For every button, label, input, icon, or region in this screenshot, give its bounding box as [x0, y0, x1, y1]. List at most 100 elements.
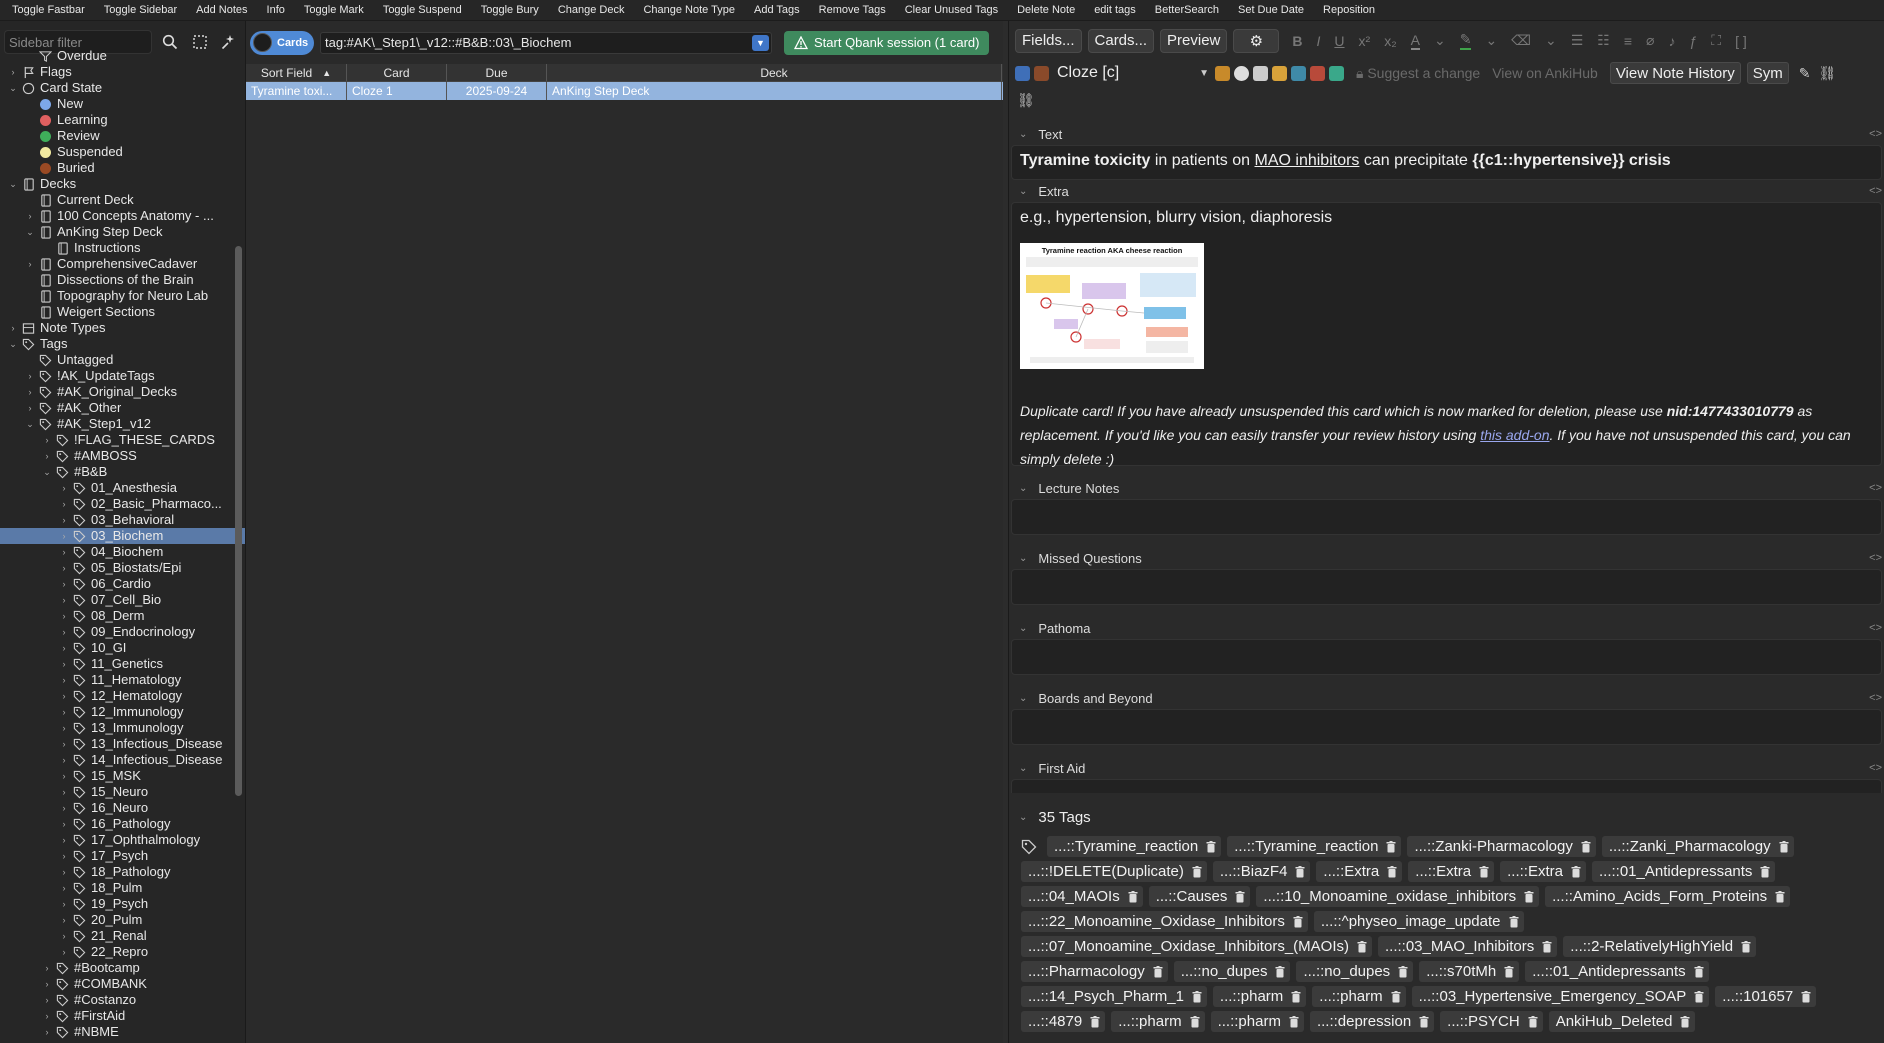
trash-icon[interactable]: [1391, 990, 1401, 1003]
sym-button[interactable]: Sym: [1746, 62, 1789, 84]
sidebar-item-21-renal[interactable]: › 21_Renal: [0, 928, 245, 944]
sidebar-item-overdue[interactable]: Overdue: [0, 48, 245, 64]
trash-icon[interactable]: [1206, 840, 1216, 853]
shuffle-icon[interactable]: [1329, 65, 1344, 81]
sidebar-item-b-b[interactable]: ⌄ #B&B: [0, 464, 245, 480]
tag-chip[interactable]: ...::Zanki-Pharmacology: [1407, 836, 1596, 857]
sidebar-item-16-pathology[interactable]: › 16_Pathology: [0, 816, 245, 832]
tag-chip[interactable]: ...::Amino_Acids_Form_Proteins: [1545, 886, 1791, 907]
view-note-history-button[interactable]: View Note History: [1609, 62, 1741, 84]
tag-chip[interactable]: ...::pharm: [1210, 1011, 1304, 1032]
toolbar-toggle-sidebar-button[interactable]: Toggle Sidebar: [98, 4, 183, 16]
tag-chip[interactable]: ...::Zanki_Pharmacology: [1601, 836, 1794, 857]
chevron-down-icon[interactable]: ⌄: [8, 336, 18, 352]
chevron-right-icon[interactable]: ›: [59, 480, 69, 496]
column-deck[interactable]: Deck: [547, 64, 1002, 81]
chevron-down-icon[interactable]: ⌄: [1545, 32, 1557, 49]
sidebar-item-17-psych[interactable]: › 17_Psych: [0, 848, 245, 864]
chevron-right-icon[interactable]: ›: [25, 256, 35, 272]
trash-icon[interactable]: [1419, 1015, 1429, 1028]
html-toggle-icon[interactable]: <>: [1869, 552, 1882, 564]
tag-chip[interactable]: ...::Extra: [1316, 861, 1403, 882]
trash-icon[interactable]: [1509, 915, 1519, 928]
field-header-missed-questions[interactable]: ⌄ Missed Questions <>: [1009, 547, 1884, 569]
tag-chip[interactable]: ...::no_dupes: [1296, 961, 1414, 982]
sidebar-item-new[interactable]: New: [0, 96, 245, 112]
sidebar-item-costanzo[interactable]: › #Costanzo: [0, 992, 245, 1008]
trash-icon[interactable]: [1775, 890, 1785, 903]
chevron-down-icon[interactable]: ⌄: [25, 224, 35, 240]
tag-chip[interactable]: AnkiHub_Deleted: [1548, 1011, 1696, 1032]
toolbar-remove-tags-button[interactable]: Remove Tags: [813, 4, 892, 16]
boards-and-beyond-editor[interactable]: [1011, 709, 1882, 745]
lock-icon[interactable]: [1272, 65, 1287, 81]
sidebar-item-buried[interactable]: Buried: [0, 160, 245, 176]
html-toggle-icon[interactable]: <>: [1869, 692, 1882, 704]
sidebar-item-17-ophthalmology[interactable]: › 17_Ophthalmology: [0, 832, 245, 848]
tag-chip[interactable]: ...::Extra: [1408, 861, 1495, 882]
sidebar-item-instructions[interactable]: Instructions: [0, 240, 245, 256]
sidebar-item-decks[interactable]: ⌄ Decks: [0, 176, 245, 192]
chevron-down-icon[interactable]: ⌄: [42, 464, 52, 480]
tag-chip[interactable]: ...::10_Monoamine_oxidase_inhibitors: [1256, 886, 1540, 907]
text-color-icon[interactable]: A: [1410, 32, 1420, 50]
chevron-right-icon[interactable]: ›: [59, 544, 69, 560]
eraser-icon[interactable]: ⌫: [1511, 32, 1531, 49]
sidebar-item-09-endocrinology[interactable]: › 09_Endocrinology: [0, 624, 245, 640]
chevron-right-icon[interactable]: ›: [42, 976, 52, 992]
tag-chip[interactable]: ...::depression: [1309, 1011, 1435, 1032]
brackets-icon[interactable]: [ ]: [1735, 33, 1747, 49]
extra-field-editor[interactable]: e.g., hypertension, blurry vision, diaph…: [1011, 202, 1882, 467]
field-header-pathoma[interactable]: ⌄ Pathoma <>: [1009, 617, 1884, 639]
trash-icon[interactable]: [1153, 965, 1163, 978]
html-toggle-icon[interactable]: <>: [1869, 622, 1882, 634]
chevron-right-icon[interactable]: ›: [59, 784, 69, 800]
cloze-icon[interactable]: [1215, 65, 1230, 81]
toolbar-clear-unused-tags-button[interactable]: Clear Unused Tags: [899, 4, 1004, 16]
sidebar-item-14-infectious-disease[interactable]: › 14_Infectious_Disease: [0, 752, 245, 768]
sidebar-item-03-behavioral[interactable]: › 03_Behavioral: [0, 512, 245, 528]
toolbar-toggle-bury-button[interactable]: Toggle Bury: [475, 4, 545, 16]
toolbar-add-tags-button[interactable]: Add Tags: [748, 4, 806, 16]
field-header-extra[interactable]: ⌄ Extra <>: [1009, 180, 1884, 202]
sidebar-item-weigert-sections[interactable]: Weigert Sections: [0, 304, 245, 320]
sidebar-item-03-biochem[interactable]: › 03_Biochem: [0, 528, 245, 544]
chevron-right-icon[interactable]: ›: [25, 400, 35, 416]
tag-chip[interactable]: ...::04_MAOIs: [1021, 886, 1143, 907]
tag-chip[interactable]: ...::PSYCH: [1440, 1011, 1543, 1032]
tag-chip[interactable]: ...::^physeo_image_update: [1313, 911, 1524, 932]
chevron-right-icon[interactable]: ›: [59, 816, 69, 832]
edit-icon[interactable]: ✎: [1799, 65, 1811, 82]
tag-chip[interactable]: ...::no_dupes: [1173, 961, 1291, 982]
preview-button[interactable]: Preview: [1160, 28, 1228, 53]
sidebar-item-bootcamp[interactable]: › #Bootcamp: [0, 960, 245, 976]
chevron-right-icon[interactable]: ›: [59, 576, 69, 592]
bullet-list-icon[interactable]: ☰: [1571, 32, 1584, 49]
toolbar-toggle-fastbar-button[interactable]: Toggle Fastbar: [6, 4, 91, 16]
sidebar-item-100-concepts-anatomy[interactable]: › 100 Concepts Anatomy - ...: [0, 208, 245, 224]
chevron-right-icon[interactable]: ›: [59, 736, 69, 752]
sidebar-item-anking-step-deck[interactable]: ⌄ AnKing Step Deck: [0, 224, 245, 240]
trash-icon[interactable]: [1741, 940, 1751, 953]
tag-chip[interactable]: ...::01_Antidepressants: [1592, 861, 1776, 882]
chevron-right-icon[interactable]: ›: [59, 928, 69, 944]
sidebar-item-amboss[interactable]: › #AMBOSS: [0, 448, 245, 464]
sidebar-item-08-derm[interactable]: › 08_Derm: [0, 608, 245, 624]
chevron-right-icon[interactable]: ›: [59, 656, 69, 672]
chevron-down-icon[interactable]: ▼: [752, 34, 769, 51]
indent-icon[interactable]: [1253, 65, 1268, 81]
sidebar-item-ak-other[interactable]: › #AK_Other: [0, 400, 245, 416]
start-qbank-button[interactable]: Start Qbank session (1 card): [784, 30, 990, 55]
tag-chip[interactable]: ...::01_Antidepressants: [1525, 961, 1709, 982]
trash-icon[interactable]: [1801, 990, 1811, 1003]
toolbar-toggle-mark-button[interactable]: Toggle Mark: [298, 4, 370, 16]
trash-icon[interactable]: [1192, 865, 1202, 878]
image-icon[interactable]: [1291, 65, 1306, 81]
chevron-right-icon[interactable]: ›: [25, 368, 35, 384]
link-icon[interactable]: ⛓: [1818, 65, 1836, 82]
html-toggle-icon[interactable]: <>: [1869, 185, 1882, 197]
html-toggle-icon[interactable]: <>: [1869, 482, 1882, 494]
sidebar-item-01-anesthesia[interactable]: › 01_Anesthesia: [0, 480, 245, 496]
sidebar-item-suspended[interactable]: Suspended: [0, 144, 245, 160]
sidebar-item-11-genetics[interactable]: › 11_Genetics: [0, 656, 245, 672]
